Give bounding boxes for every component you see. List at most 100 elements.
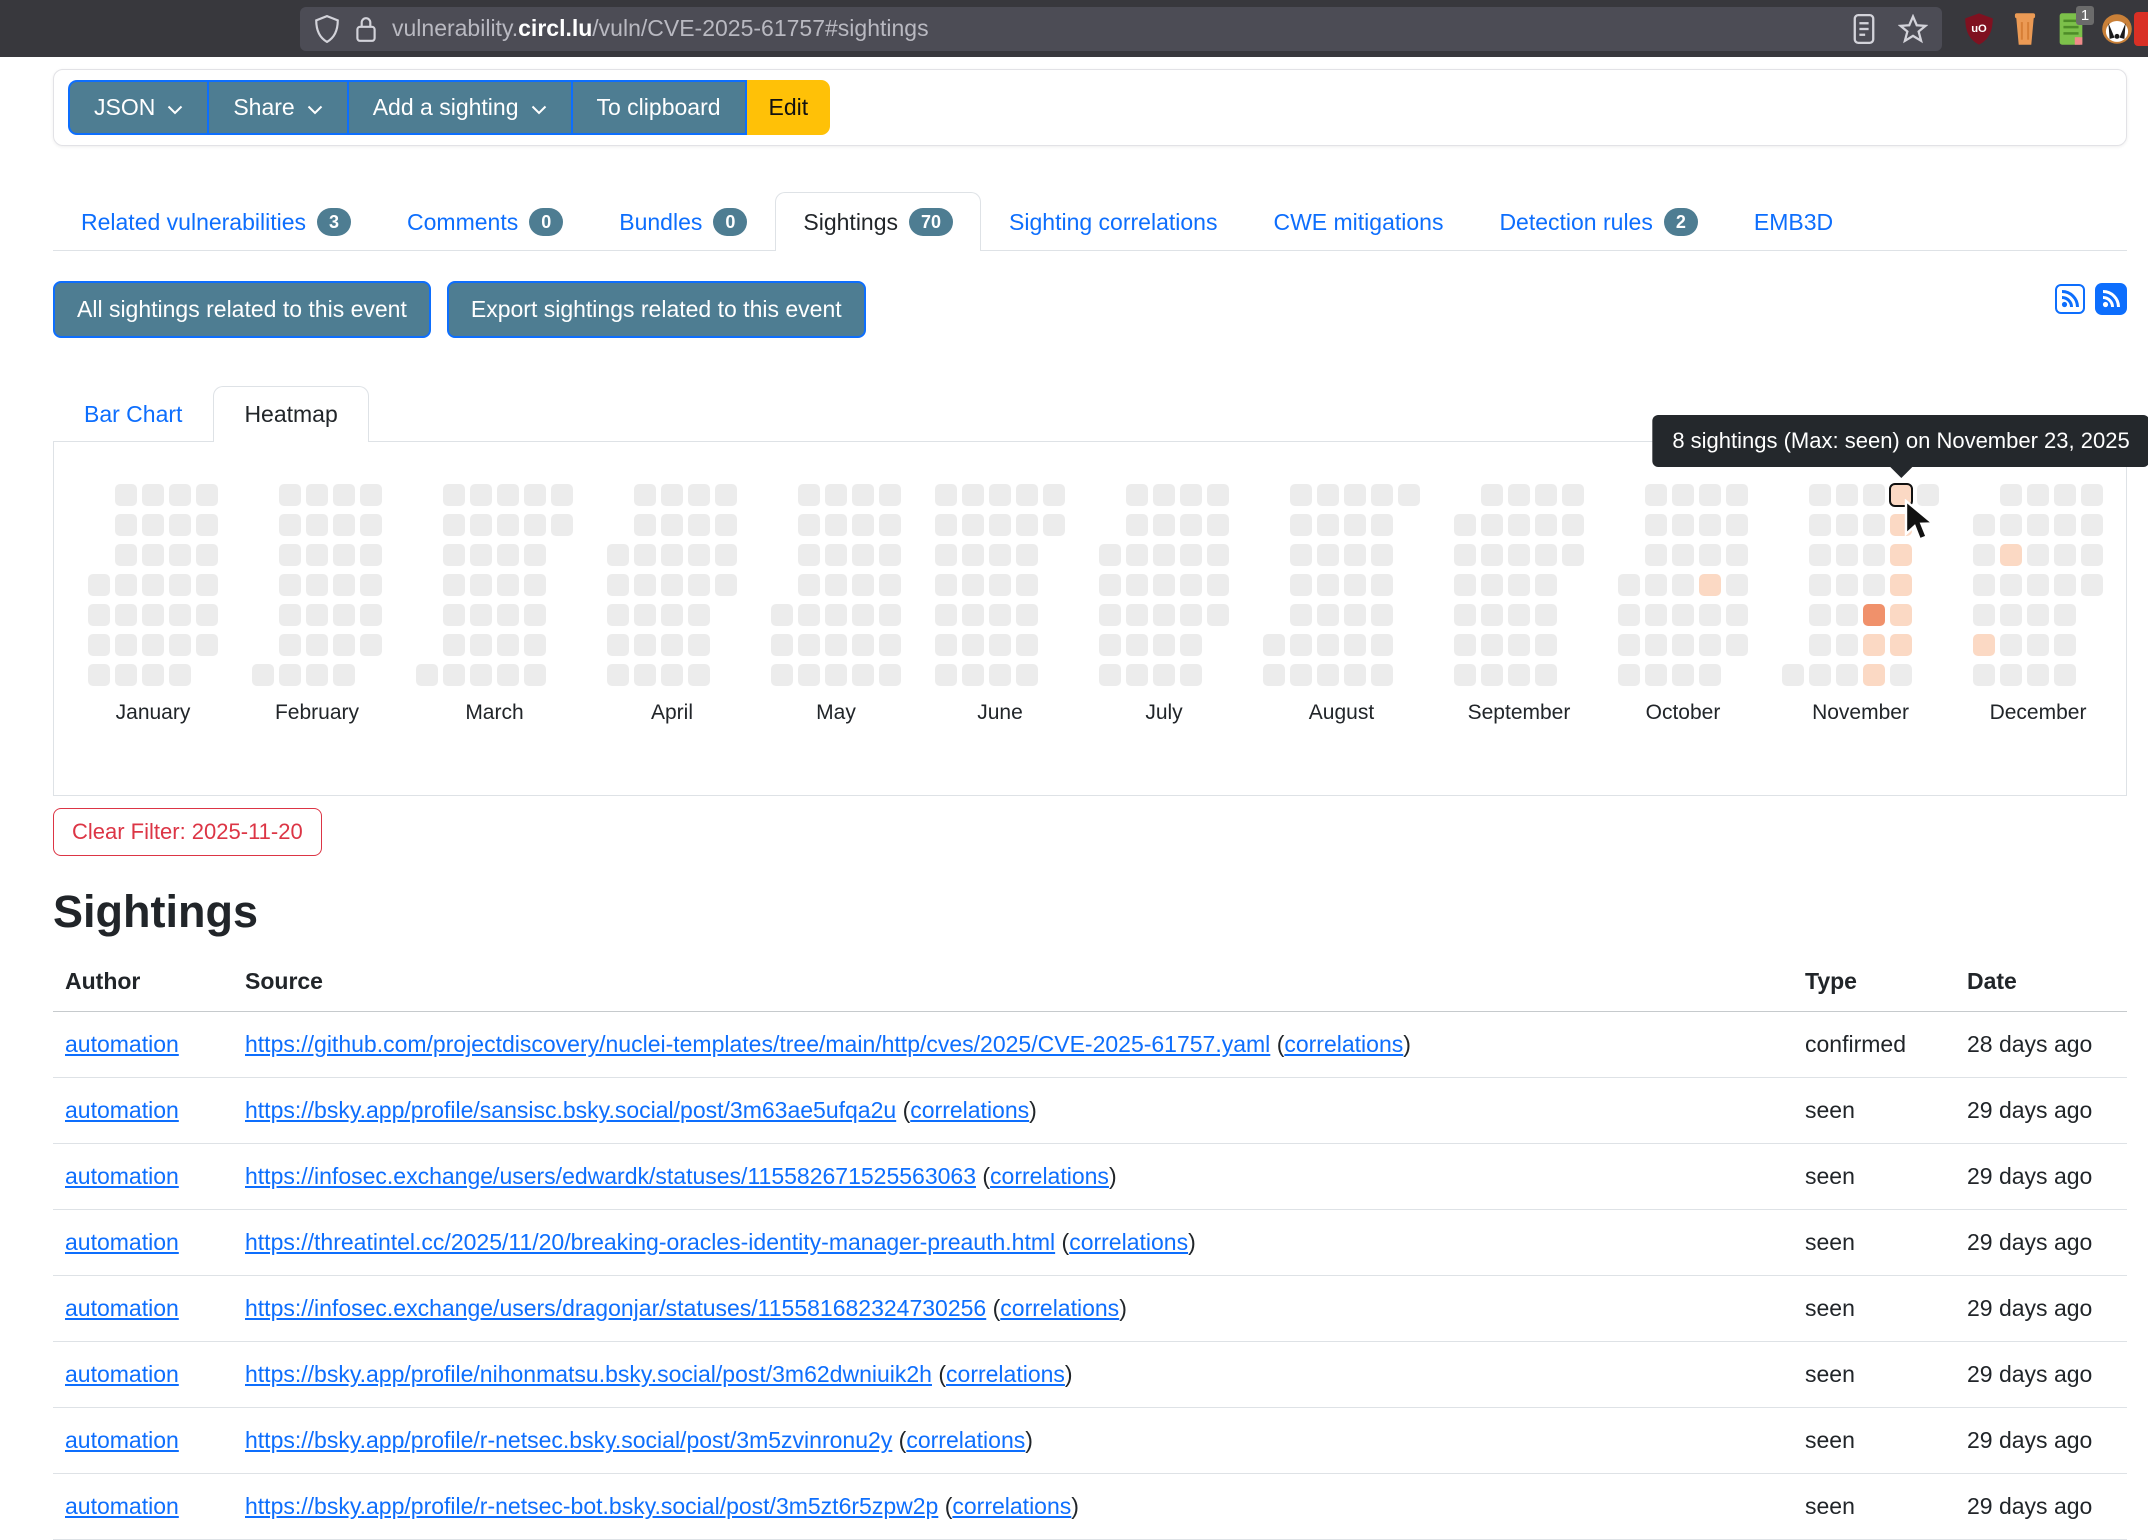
heatmap-cell-november-23[interactable]: 8 sightings (Max: seen) on November 23, … <box>1890 484 1912 506</box>
heatmap-cell-april-13[interactable] <box>661 484 683 506</box>
heatmap-cell-september-26[interactable] <box>1535 634 1557 656</box>
json-button[interactable]: JSON <box>68 80 207 135</box>
heatmap-cell-april-17[interactable] <box>661 604 683 626</box>
heatmap-cell-july-22[interactable] <box>1180 544 1202 566</box>
heatmap-cell-december-16[interactable] <box>2027 544 2049 566</box>
heatmap-cell-august-7[interactable] <box>1290 604 1312 626</box>
heatmap-cell-may-23[interactable] <box>852 634 874 656</box>
heatmap-cell-september-16[interactable] <box>1508 544 1530 566</box>
heatmap-cell-july-10[interactable] <box>1126 604 1148 626</box>
heatmap-cell-august-10[interactable] <box>1317 484 1339 506</box>
heatmap-cell-march-10[interactable] <box>470 514 492 536</box>
heatmap-cell-july-13[interactable] <box>1153 484 1175 506</box>
heatmap-cell-may-15[interactable] <box>825 604 847 626</box>
heatmap-cell-august-14[interactable] <box>1317 604 1339 626</box>
heatmap-cell-august-19[interactable] <box>1344 544 1366 566</box>
heatmap-cell-march-2[interactable] <box>443 484 465 506</box>
heatmap-cell-september-6[interactable] <box>1454 664 1476 686</box>
heatmap-cell-september-15[interactable] <box>1508 514 1530 536</box>
heatmap-cell-may-10[interactable] <box>798 664 820 686</box>
heatmap-cell-april-26[interactable] <box>688 664 710 686</box>
heatmap-cell-december-3[interactable] <box>1973 574 1995 596</box>
heatmap-cell-may-16[interactable] <box>825 634 847 656</box>
heatmap-cell-january-19[interactable] <box>169 484 191 506</box>
heatmap-cell-march-31[interactable] <box>551 514 573 536</box>
heatmap-cell-march-6[interactable] <box>443 604 465 626</box>
heatmap-cell-november-20[interactable] <box>1863 604 1885 626</box>
heatmap-cell-august-17[interactable] <box>1344 484 1366 506</box>
edit-button[interactable]: Edit <box>747 80 831 135</box>
heatmap-cell-january-22[interactable] <box>169 574 191 596</box>
heatmap-cell-september-27[interactable] <box>1535 664 1557 686</box>
heatmap-cell-december-30[interactable] <box>2081 544 2103 566</box>
heatmap-cell-october-14[interactable] <box>1672 544 1694 566</box>
heatmap-cell-march-20[interactable] <box>497 604 519 626</box>
heatmap-cell-june-16[interactable] <box>989 514 1011 536</box>
source-link[interactable]: https://github.com/projectdiscovery/nucl… <box>245 1031 1270 1057</box>
heatmap-cell-october-26[interactable] <box>1726 484 1748 506</box>
author-link[interactable]: automation <box>65 1097 179 1123</box>
heatmap-cell-march-18[interactable] <box>497 544 519 566</box>
heatmap-cell-october-17[interactable] <box>1672 634 1694 656</box>
tab-sightings[interactable]: Sightings70 <box>775 192 981 251</box>
ublock-extension-icon[interactable]: uO <box>1962 12 1996 46</box>
heatmap-cell-september-23[interactable] <box>1535 544 1557 566</box>
heatmap-cell-november-11[interactable] <box>1836 544 1858 566</box>
heatmap-cell-december-31[interactable] <box>2081 574 2103 596</box>
heatmap-cell-may-4[interactable] <box>798 484 820 506</box>
heatmap-cell-february-9[interactable] <box>306 484 328 506</box>
heatmap-cell-december-5[interactable] <box>1973 634 1995 656</box>
heatmap-cell-february-17[interactable] <box>333 514 355 536</box>
source-link[interactable]: https://infosec.exchange/users/edwardk/s… <box>245 1163 976 1189</box>
to-clipboard-button[interactable]: To clipboard <box>571 80 747 135</box>
heatmap-cell-january-12[interactable] <box>142 484 164 506</box>
badger-extension-icon[interactable] <box>2100 12 2134 46</box>
heatmap-cell-march-7[interactable] <box>443 634 465 656</box>
heatmap-cell-october-21[interactable] <box>1699 544 1721 566</box>
heatmap-cell-july-30[interactable] <box>1207 574 1229 596</box>
heatmap-cell-january-2[interactable] <box>88 604 110 626</box>
heatmap-cell-march-30[interactable] <box>551 484 573 506</box>
heatmap-cell-february-23[interactable] <box>360 484 382 506</box>
author-link[interactable]: automation <box>65 1031 179 1057</box>
heatmap-cell-february-10[interactable] <box>306 514 328 536</box>
heatmap-cell-july-18[interactable] <box>1153 634 1175 656</box>
heatmap-cell-november-7[interactable] <box>1809 634 1831 656</box>
heatmap-cell-august-25[interactable] <box>1371 514 1393 536</box>
lock-icon[interactable] <box>354 15 378 43</box>
heatmap-cell-august-3[interactable] <box>1290 484 1312 506</box>
heatmap-cell-july-31[interactable] <box>1207 604 1229 626</box>
heatmap-cell-february-25[interactable] <box>360 544 382 566</box>
heatmap-cell-october-18[interactable] <box>1672 664 1694 686</box>
heatmap-cell-june-11[interactable] <box>962 574 984 596</box>
heatmap-cell-october-8[interactable] <box>1645 574 1667 596</box>
heatmap-cell-april-6[interactable] <box>634 484 656 506</box>
heatmap-cell-december-12[interactable] <box>2000 634 2022 656</box>
heatmap-cell-january-8[interactable] <box>115 574 137 596</box>
heatmap-cell-june-14[interactable] <box>962 664 984 686</box>
heatmap-cell-january-29[interactable] <box>196 574 218 596</box>
heatmap-cell-may-25[interactable] <box>879 484 901 506</box>
author-link[interactable]: automation <box>65 1163 179 1189</box>
heatmap-cell-july-1[interactable] <box>1099 544 1121 566</box>
heatmap-cell-august-28[interactable] <box>1371 604 1393 626</box>
heatmap-cell-november-5[interactable] <box>1809 574 1831 596</box>
heatmap-cell-march-11[interactable] <box>470 544 492 566</box>
heatmap-cell-april-11[interactable] <box>634 634 656 656</box>
heatmap-cell-october-13[interactable] <box>1672 514 1694 536</box>
heatmap-cell-august-9[interactable] <box>1290 664 1312 686</box>
heatmap-cell-april-20[interactable] <box>688 484 710 506</box>
correlations-link[interactable]: correlations <box>910 1097 1029 1123</box>
heatmap-cell-june-23[interactable] <box>1016 514 1038 536</box>
heatmap-cell-june-2[interactable] <box>935 514 957 536</box>
heatmap-cell-march-28[interactable] <box>524 634 546 656</box>
bookmark-star-icon[interactable] <box>1898 14 1928 44</box>
heatmap-cell-august-20[interactable] <box>1344 574 1366 596</box>
heatmap-cell-november-27[interactable] <box>1890 604 1912 626</box>
heatmap-cell-march-16[interactable] <box>497 484 519 506</box>
heatmap-cell-may-17[interactable] <box>825 664 847 686</box>
heatmap-cell-june-27[interactable] <box>1016 634 1038 656</box>
heatmap-cell-september-12[interactable] <box>1481 634 1503 656</box>
heatmap-cell-march-23[interactable] <box>524 484 546 506</box>
heatmap-cell-september-7[interactable] <box>1481 484 1503 506</box>
